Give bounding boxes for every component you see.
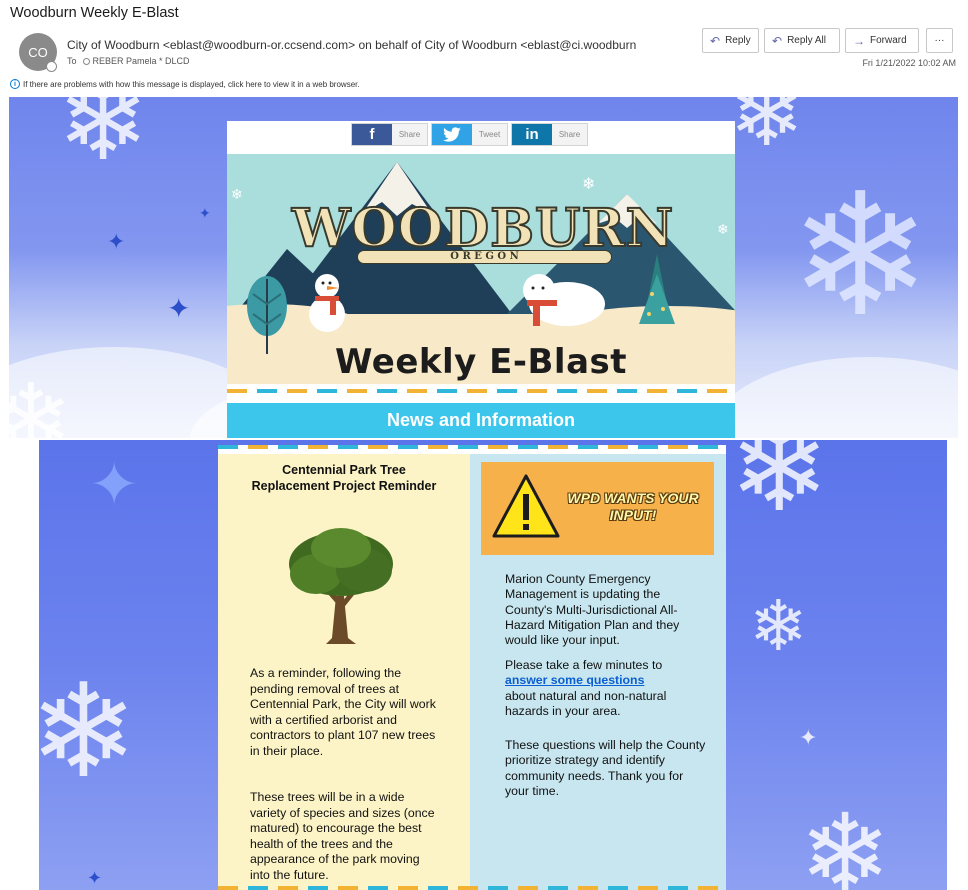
reply-button[interactable]: ↶ Reply: [702, 28, 759, 53]
reply-icon: ↶: [710, 33, 721, 48]
svg-text:❄: ❄: [231, 187, 243, 203]
snowflake-icon: ❄: [789, 161, 932, 351]
twitter-icon: [432, 124, 472, 145]
star-icon: ✦: [87, 868, 103, 888]
tree-project-paragraph-1: As a reminder, following the pending rem…: [250, 666, 436, 758]
snowflake-icon: ❄: [799, 793, 892, 890]
newsletter-content: Centennial Park Tree Replacement Project…: [218, 445, 726, 890]
linkedin-share-button[interactable]: in Share: [511, 123, 588, 146]
snowflake-icon: ❄: [749, 587, 808, 665]
snowflake-icon: ❄: [729, 440, 830, 536]
received-date: Fri 1/21/2022 10:02 AM: [862, 58, 956, 68]
star-icon: ✦: [167, 293, 191, 324]
answer-questions-link[interactable]: answer some questions: [505, 673, 644, 687]
sender-line[interactable]: City of Woodburn <eblast@woodburn-or.ccs…: [67, 38, 679, 52]
snowflake-icon: ✦: [89, 451, 140, 518]
email-subject: Woodburn Weekly E-Blast: [10, 5, 179, 21]
recipient-line: To REBER Pamela * DLCD: [67, 56, 190, 66]
more-actions-button[interactable]: ···: [926, 28, 953, 53]
decorative-divider: [218, 445, 726, 449]
oregon-label: O R E G O N: [357, 250, 612, 264]
hazard-plan-panel: WPD WANTS YOUR INPUT! Marion County Emer…: [470, 454, 726, 890]
forward-button[interactable]: → Forward: [845, 28, 919, 53]
presence-indicator-icon: [46, 61, 57, 72]
facebook-share-button[interactable]: f Share: [351, 123, 428, 146]
star-icon: ✦: [107, 229, 126, 254]
snowflake-icon: ❄: [57, 97, 150, 183]
section-header: News and Information: [227, 403, 735, 438]
social-share-bar: f Share Tweet in Share: [351, 123, 588, 146]
hazard-plan-paragraph-1: Marion County Emergency Management is up…: [505, 572, 680, 648]
star-icon: ✦: [199, 205, 211, 221]
snowflake-icon: ❄: [39, 658, 138, 804]
to-label: To: [67, 56, 77, 66]
svg-text:❄: ❄: [717, 222, 729, 238]
snowflake-icon: ❄: [729, 97, 805, 165]
tree-project-paragraph-2: These trees will be in a wide variety of…: [250, 790, 435, 882]
decorative-divider: [218, 886, 726, 890]
warning-icon: [492, 474, 560, 538]
recipient-status-icon: [82, 58, 90, 65]
reply-all-button[interactable]: ↶ Reply All: [764, 28, 840, 53]
linkedin-icon: in: [512, 124, 552, 145]
reply-all-icon: ↶: [772, 33, 783, 48]
newsletter-header: f Share Tweet in Share ❄ ❄ ❄ WOODBURN O …: [227, 121, 735, 438]
wpd-wants-input-image[interactable]: WPD WANTS YOUR INPUT!: [481, 462, 714, 555]
info-bar-text: If there are problems with how this mess…: [23, 79, 360, 89]
facebook-icon: f: [352, 124, 392, 145]
weekly-eblast-banner[interactable]: ❄ ❄ ❄ WOODBURN O R E G O N Weekly E-Blas…: [227, 154, 735, 384]
tree-project-panel: Centennial Park Tree Replacement Project…: [218, 454, 470, 890]
info-icon: i: [10, 79, 20, 89]
hazard-plan-paragraph-2: Please take a few minutes to answer some…: [505, 658, 667, 718]
twitter-share-button[interactable]: Tweet: [431, 123, 508, 146]
oak-tree-illustration: [289, 528, 393, 644]
info-bar[interactable]: i If there are problems with how this me…: [10, 79, 360, 89]
tree-project-title: Centennial Park Tree Replacement Project…: [251, 463, 437, 493]
banner-title: Weekly E-Blast: [334, 342, 627, 382]
snowflake-icon: ❄: [9, 365, 73, 438]
svg-text:❄: ❄: [582, 174, 595, 193]
wpd-wants-input-text: WPD WANTS YOUR INPUT!: [567, 490, 699, 523]
forward-icon: →: [853, 33, 865, 48]
decorative-divider: [227, 389, 735, 393]
hazard-plan-paragraph-3: These questions will help the County pri…: [505, 738, 706, 798]
recipient-name[interactable]: REBER Pamela * DLCD: [93, 56, 190, 66]
star-icon: ✦: [799, 725, 818, 750]
